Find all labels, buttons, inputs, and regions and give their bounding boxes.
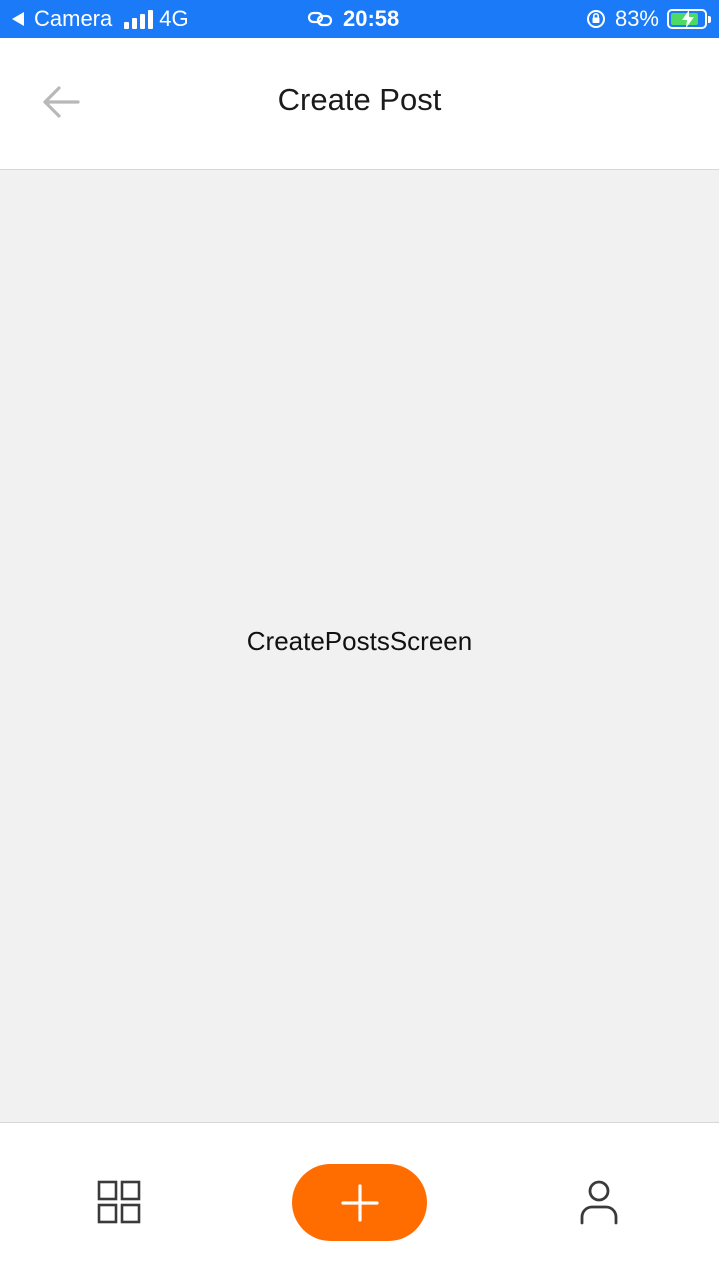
battery-percent: 83% (614, 6, 659, 31)
user-icon (580, 1180, 618, 1225)
plus-icon (340, 1183, 379, 1222)
signal-icon (124, 9, 154, 29)
status-center: 20:58 (307, 6, 399, 32)
orientation-lock-icon (586, 10, 605, 28)
back-app-label[interactable]: Camera (34, 6, 112, 32)
grid-icon (97, 1180, 141, 1224)
tab-posts[interactable] (96, 1179, 142, 1225)
screen-placeholder-text: CreatePostsScreen (246, 626, 473, 656)
page-title: Create Post (277, 82, 442, 117)
link-icon (307, 11, 333, 27)
status-left: Camera 4G (12, 6, 189, 32)
app-header: Create Post (0, 38, 719, 170)
battery-charging-icon (667, 9, 711, 29)
clock: 20:58 (343, 6, 400, 31)
status-right: 83% (585, 6, 711, 32)
status-bar: Camera 4G 20:58 83% (0, 0, 719, 38)
tab-profile[interactable] (578, 1179, 620, 1225)
back-triangle-icon[interactable] (12, 12, 24, 26)
main-content: CreatePostsScreen (0, 170, 719, 1122)
create-post-button[interactable] (292, 1164, 427, 1241)
network-label: 4G (159, 6, 189, 31)
bottom-tab-bar (0, 1122, 719, 1280)
